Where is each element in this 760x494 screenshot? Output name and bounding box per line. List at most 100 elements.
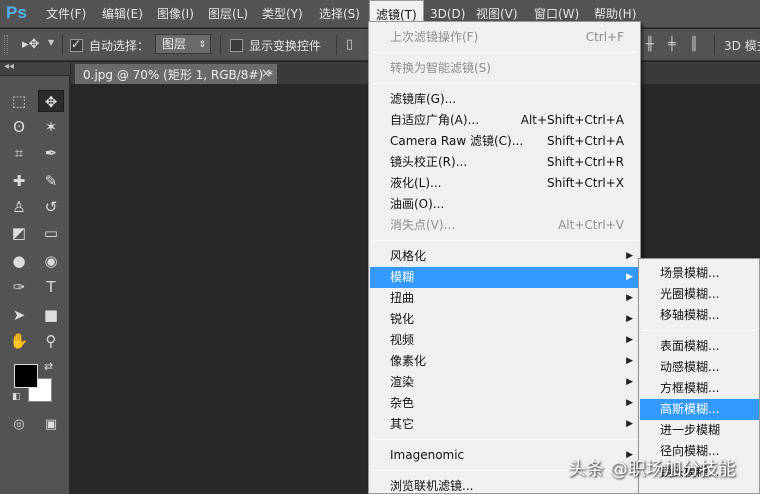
auto-select-checkbox[interactable]	[70, 37, 83, 52]
filter-menu-item[interactable]: 滤镜库(G)...	[370, 89, 639, 110]
blur-menu-item[interactable]: 方框模糊...	[640, 378, 759, 399]
filter-menu-item-label: 风格化	[390, 249, 427, 263]
submenu-arrow-icon: ▶	[626, 356, 633, 366]
blur-menu-item[interactable]: 高斯模糊...	[640, 399, 759, 420]
shortcut-label: Alt+Ctrl+V	[558, 218, 624, 232]
marquee-tool-icon[interactable]: ⬚	[6, 90, 32, 112]
blur-menu-item[interactable]: 光圈模糊...	[640, 284, 759, 305]
filter-menu-item[interactable]: 扭曲 ▶	[370, 288, 639, 309]
menu-item[interactable]: 图像(I)	[151, 0, 200, 28]
filter-menu-item-label: Camera Raw 滤镜(C)...	[390, 134, 524, 148]
rectangle-tool-icon[interactable]: ■	[38, 304, 64, 326]
toolbar-header[interactable]: ◂◂	[0, 61, 70, 76]
blur-menu-item[interactable]: 动感模糊...	[640, 357, 759, 378]
filter-menu-item-label: 视频	[390, 333, 415, 347]
tools-panel: ⬚ ✥ ʘ ✶ ⌗ ✒ ✚ ✎ ♙ ↺ ◩ ▭ ● ◉ ✑ T ➤ ■ ✋ ⚲ ⇄ ◧ ◎ ▣	[0, 76, 70, 494]
filter-menu-item[interactable]: 上次滤镜操作(F) Ctrl+F	[370, 27, 639, 48]
eyedropper-tool-icon[interactable]: ✒	[38, 142, 64, 164]
distribute-horizontal-icon[interactable]: ╫	[646, 37, 654, 52]
blur-tool-icon[interactable]: ●	[6, 250, 32, 272]
filter-menu-item[interactable]: 油画(O)...	[370, 194, 639, 215]
filter-menu-item[interactable]: 液化(L)... Shift+Ctrl+X	[370, 173, 639, 194]
move-tool-icon[interactable]: ▸✥	[22, 37, 39, 52]
history-brush-tool-icon[interactable]: ↺	[38, 196, 64, 218]
document-tab[interactable]: 0.jpg @ 70% (矩形 1, RGB/8#) * ×	[75, 64, 277, 84]
filter-menu-item-label: 消失点(V)...	[390, 218, 456, 232]
swap-colors-icon[interactable]: ⇄	[44, 360, 53, 373]
filter-menu-item[interactable]: 其它 ▶	[370, 414, 639, 435]
filter-menu-item[interactable]: 锐化 ▶	[370, 309, 639, 330]
up-down-arrows-icon: ⇕	[198, 40, 206, 50]
filter-menu-item-label: 像素化	[390, 354, 427, 368]
menu-item[interactable]: 类型(Y)	[256, 0, 309, 28]
divider	[220, 35, 221, 55]
blur-menu-item[interactable]: 移轴模糊...	[640, 305, 759, 326]
options-bar-grip[interactable]	[4, 35, 8, 55]
filter-menu-item[interactable]: 镜头校正(R)... Shift+Ctrl+R	[370, 152, 639, 173]
screen-mode-icon[interactable]: ▣	[38, 414, 64, 436]
brush-tool-icon[interactable]: ✎	[38, 170, 64, 192]
filter-menu-item[interactable]: 消失点(V)... Alt+Ctrl+V	[370, 215, 639, 236]
collapse-icon[interactable]: ◂◂	[4, 61, 14, 72]
quick-mask-icon[interactable]: ◎	[6, 414, 32, 436]
filter-menu-item[interactable]: 转换为智能滤镜(S)	[370, 58, 639, 79]
filter-menu-item[interactable]: 模糊 ▶	[370, 267, 639, 288]
filter-menu-item-label: 模糊	[390, 270, 415, 284]
show-transform-checkbox[interactable]	[230, 39, 243, 52]
menu-separator	[372, 83, 637, 84]
filter-menu-item[interactable]: 像素化 ▶	[370, 351, 639, 372]
healing-brush-tool-icon[interactable]: ✚	[6, 170, 32, 192]
filter-menu-item-label: 上次滤镜操作(F)	[390, 30, 479, 44]
divider	[62, 35, 63, 55]
filter-menu-item-label: 液化(L)...	[390, 176, 442, 190]
menu-item[interactable]: 文件(F)	[40, 0, 92, 28]
eraser-tool-icon[interactable]: ◩	[6, 222, 32, 244]
magic-wand-tool-icon[interactable]: ✶	[38, 116, 64, 138]
menu-item[interactable]: 选择(S)	[313, 0, 366, 28]
auto-select-dropdown[interactable]: 图层 ⇕	[155, 34, 211, 54]
lasso-tool-icon[interactable]: ʘ	[6, 116, 32, 138]
filter-menu-item[interactable]: 风格化 ▶	[370, 246, 639, 267]
menu-item[interactable]: 编辑(E)	[96, 0, 149, 28]
dodge-tool-icon[interactable]: ◉	[38, 250, 64, 272]
default-colors-icon[interactable]: ◧	[12, 392, 21, 402]
blur-menu-item[interactable]: 场景模糊...	[640, 263, 759, 284]
menu-separator	[372, 240, 637, 241]
filter-menu-item[interactable]: Camera Raw 滤镜(C)... Shift+Ctrl+A	[370, 131, 639, 152]
auto-select-label: 自动选择：	[89, 39, 150, 53]
filter-menu-item-label: 镜头校正(R)...	[390, 155, 468, 169]
tool-preset-dropdown[interactable]: ▼	[48, 38, 54, 47]
document-tab-title: 0.jpg @ 70% (矩形 1, RGB/8#) *	[83, 68, 273, 82]
close-icon[interactable]: ×	[261, 66, 271, 80]
menu-separator	[642, 330, 756, 331]
distribute-right-icon[interactable]: ║	[690, 37, 698, 52]
blur-menu-item[interactable]: 表面模糊...	[640, 336, 759, 357]
gradient-tool-icon[interactable]: ▭	[38, 222, 64, 244]
submenu-arrow-icon: ▶	[626, 272, 633, 282]
hand-tool-icon[interactable]: ✋	[6, 330, 32, 352]
distribute-centers-icon[interactable]: ╪	[668, 37, 676, 52]
filter-menu-item[interactable]: 渲染 ▶	[370, 372, 639, 393]
pen-tool-icon[interactable]: ✑	[6, 276, 32, 298]
divider	[714, 35, 715, 55]
filter-menu-item-label: 其它	[390, 417, 415, 431]
crop-tool-icon[interactable]: ⌗	[6, 142, 32, 164]
submenu-arrow-icon: ▶	[626, 377, 633, 387]
filter-menu-item[interactable]: 杂色 ▶	[370, 393, 639, 414]
align-top-icon[interactable]: ▯	[346, 37, 353, 52]
filter-menu-item[interactable]: 视频 ▶	[370, 330, 639, 351]
photoshop-logo: Ps	[6, 3, 27, 22]
zoom-tool-icon[interactable]: ⚲	[38, 330, 64, 352]
type-tool-icon[interactable]: T	[38, 276, 64, 298]
clone-stamp-tool-icon[interactable]: ♙	[6, 196, 32, 218]
foreground-color-swatch[interactable]	[14, 364, 38, 388]
divider	[336, 35, 337, 55]
move-tool-icon[interactable]: ✥	[38, 90, 64, 112]
menu-item[interactable]: 图层(L)	[202, 0, 254, 28]
show-transform-label: 显示变换控件	[249, 39, 322, 53]
watermark: 头条 @职场加分技能	[568, 459, 736, 480]
filter-menu-item-label: 浏览联机滤镜...	[390, 479, 474, 493]
blur-menu-item[interactable]: 进一步模糊	[640, 420, 759, 441]
filter-menu-item[interactable]: 自适应广角(A)... Alt+Shift+Ctrl+A	[370, 110, 639, 131]
path-selection-tool-icon[interactable]: ➤	[6, 304, 32, 326]
